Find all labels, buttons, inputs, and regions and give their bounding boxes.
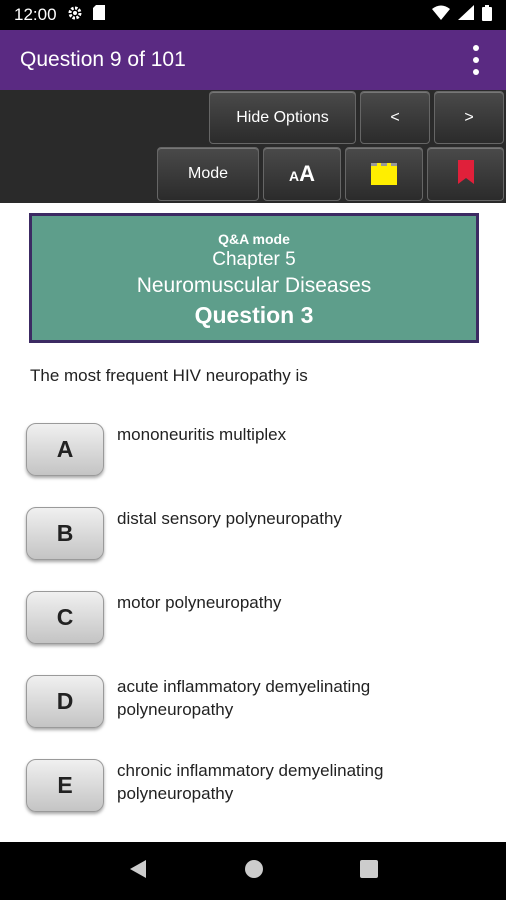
option-b: B distal sensory polyneuropathy: [26, 507, 486, 567]
option-b-text: distal sensory polyneuropathy: [117, 509, 342, 528]
note-button[interactable]: [345, 147, 423, 201]
topic-label: Neuromuscular Diseases: [136, 274, 372, 297]
question-text: The most frequent HIV neuropathy is: [30, 366, 308, 385]
hide-options-button[interactable]: Hide Options: [209, 91, 356, 144]
bookmark-button[interactable]: [427, 147, 504, 201]
note-icon: [371, 163, 397, 185]
recents-icon[interactable]: [360, 859, 378, 883]
status-time: 12:00: [14, 5, 57, 24]
option-a-text: mononeuritis multiplex: [117, 425, 287, 444]
option-e-button[interactable]: E: [26, 759, 104, 812]
mode-label: Q&A mode: [218, 231, 290, 247]
battery-icon: [482, 4, 492, 26]
overflow-menu-icon[interactable]: [466, 43, 486, 77]
status-bar: 12:00: [0, 0, 506, 30]
app-bar: Question 9 of 101: [0, 30, 506, 90]
font-size-icon: AA: [288, 161, 315, 186]
option-d-text: acute inflammatory demyelinating polyneu…: [117, 677, 371, 719]
option-d: D acute inflammatory demyelinating polyn…: [26, 675, 486, 735]
settings-icon: [67, 5, 83, 26]
option-c: C motor polyneuropathy: [26, 591, 486, 651]
toolbar: Hide Options < > Mode AA: [0, 90, 506, 203]
wifi-icon: [432, 5, 450, 25]
back-icon[interactable]: [128, 859, 148, 884]
system-nav-bar: [0, 842, 506, 900]
font-size-button[interactable]: AA: [263, 147, 341, 201]
chapter-label: Chapter 5: [212, 249, 296, 270]
option-e: E chronic inflammatory demyelinating pol…: [26, 759, 486, 819]
option-c-button[interactable]: C: [26, 591, 104, 644]
bookmark-icon: [457, 159, 474, 189]
option-a: A mononeuritis multiplex: [26, 423, 486, 483]
option-c-text: motor polyneuropathy: [117, 593, 282, 612]
option-b-button[interactable]: B: [26, 507, 104, 560]
question-number: Question 3: [194, 302, 314, 328]
option-e-text: chronic inflammatory demyelinating polyn…: [117, 761, 384, 803]
option-a-button[interactable]: A: [26, 423, 104, 476]
home-icon[interactable]: [244, 859, 264, 884]
previous-button[interactable]: <: [360, 91, 430, 144]
question-header-card: Q&A mode Chapter 5 Neuromuscular Disease…: [29, 213, 479, 343]
sd-card-icon: [92, 5, 105, 25]
signal-icon: [458, 5, 474, 25]
option-d-button[interactable]: D: [26, 675, 104, 728]
next-button[interactable]: >: [434, 91, 504, 144]
page-title: Question 9 of 101: [20, 48, 186, 71]
mode-button[interactable]: Mode: [157, 147, 259, 201]
